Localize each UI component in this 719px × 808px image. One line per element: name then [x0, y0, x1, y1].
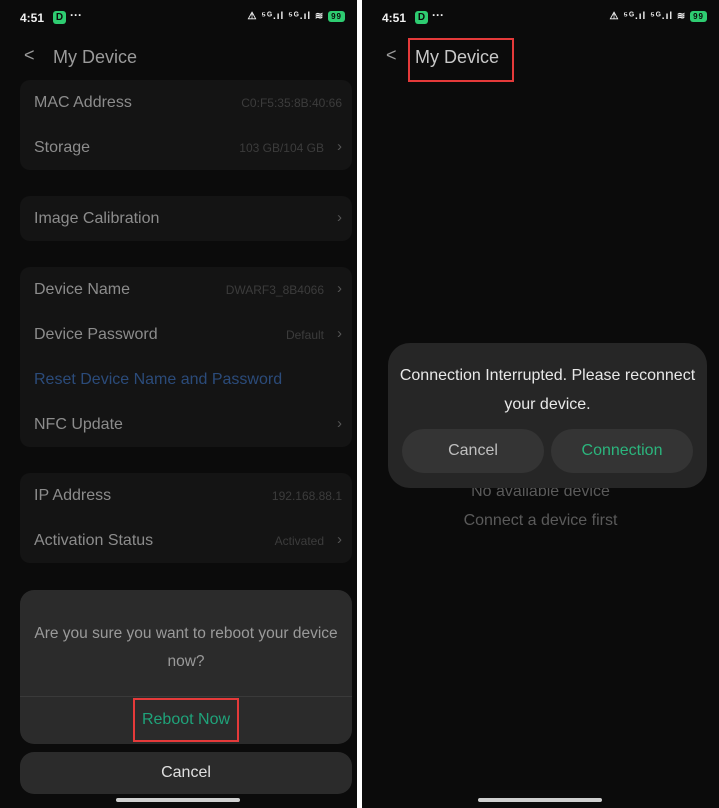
row-label: Device Name	[34, 281, 131, 298]
reboot-now-button[interactable]: Reboot Now	[133, 698, 239, 742]
row-value: 192.168.88.1	[271, 489, 342, 503]
mac-address-row: MAC Address C0:F5:35:8B:40:66	[20, 80, 352, 125]
chevron-right-icon: ›	[337, 209, 342, 226]
nfc-update-row[interactable]: NFC Update ›	[20, 402, 352, 447]
row-value: C0:F5:35:8B:40:66	[241, 96, 342, 110]
cancel-button[interactable]: Cancel	[20, 752, 352, 794]
status-bar: 4:51 D ··· ⚠ ⁵ᴳ.ıl ⁵ᴳ.ıl ≋ 99	[0, 8, 357, 28]
status-bar: 4:51 D ··· ⚠ ⁵ᴳ.ıl ⁵ᴳ.ıl ≋ 99	[362, 8, 719, 28]
app-badge-icon: D	[415, 11, 428, 24]
chevron-right-icon: ›	[337, 531, 342, 548]
network-group: IP Address 192.168.88.1 Activation Statu…	[20, 473, 352, 563]
device-settings-group: Device Name DWARF3_8B4066 › Device Passw…	[20, 267, 352, 447]
row-value: 103 GB/104 GB	[239, 141, 324, 155]
signal-wifi-icons: ⚠ ⁵ᴳ.ıl ⁵ᴳ.ıl ≋	[609, 11, 687, 22]
dialog-cancel-button[interactable]: Cancel	[402, 429, 544, 473]
storage-row[interactable]: Storage 103 GB/104 GB ›	[20, 125, 352, 170]
system-icons: ⚠ ⁵ᴳ.ıl ⁵ᴳ.ıl ≋ 99	[610, 11, 707, 22]
connection-dialog: Connection Interrupted. Please reconnect…	[388, 343, 707, 488]
reset-name-password-row[interactable]: Reset Device Name and Password	[20, 357, 352, 402]
row-value: DWARF3_8B4066	[225, 283, 324, 297]
more-notifications-icon: ···	[70, 8, 82, 22]
page-title: My Device	[53, 47, 138, 67]
row-label: IP Address	[34, 487, 112, 504]
reboot-confirm-sheet: Are you sure you want to reboot your dev…	[20, 590, 352, 744]
calibration-group: Image Calibration ›	[20, 196, 352, 241]
signal-wifi-icons: ⚠ ⁵ᴳ.ıl ⁵ᴳ.ıl ≋	[247, 11, 325, 22]
row-label: Device Password	[34, 326, 158, 343]
row-label: Storage	[34, 139, 91, 156]
ip-address-row: IP Address 192.168.88.1	[20, 473, 352, 518]
app-badge-icon: D	[53, 11, 66, 24]
battery-icon: 99	[690, 11, 707, 22]
chevron-right-icon: ›	[337, 280, 342, 297]
row-label: Activation Status	[34, 532, 154, 549]
divider	[20, 696, 352, 697]
back-icon[interactable]: <	[24, 45, 35, 66]
more-notifications-icon: ···	[432, 8, 444, 22]
reboot-message: Are you sure you want to reboot your dev…	[34, 625, 338, 670]
chevron-right-icon: ›	[337, 415, 342, 432]
activation-status-row[interactable]: Activation Status Activated ›	[20, 518, 352, 563]
battery-icon: 99	[328, 11, 345, 22]
home-indicator[interactable]	[478, 798, 602, 802]
empty-state-subtitle: Connect a device first	[463, 512, 618, 529]
chevron-right-icon: ›	[337, 325, 342, 342]
system-icons: ⚠ ⁵ᴳ.ıl ⁵ᴳ.ıl ≋ 99	[248, 11, 345, 22]
device-password-row[interactable]: Device Password Default ›	[20, 312, 352, 357]
row-value: Default	[285, 328, 324, 342]
image-calibration-row[interactable]: Image Calibration ›	[20, 196, 352, 241]
home-indicator[interactable]	[116, 798, 240, 802]
status-time: 4:51	[20, 11, 45, 25]
device-info-group: MAC Address C0:F5:35:8B:40:66 Storage 10…	[20, 80, 352, 170]
back-icon[interactable]: <	[386, 45, 397, 66]
row-value: Activated	[274, 534, 324, 548]
device-name-row[interactable]: Device Name DWARF3_8B4066 ›	[20, 267, 352, 312]
highlight-box	[408, 38, 514, 82]
right-screen: 4:51 D ··· ⚠ ⁵ᴳ.ıl ⁵ᴳ.ıl ≋ 99 < My Devic…	[362, 0, 719, 808]
status-time: 4:51	[382, 11, 407, 25]
chevron-right-icon: ›	[337, 138, 342, 155]
reset-link[interactable]: Reset Device Name and Password	[34, 371, 282, 389]
row-label: MAC Address	[34, 94, 132, 111]
header: < My Device	[0, 44, 357, 72]
dialog-message: Connection Interrupted. Please reconnect…	[399, 367, 696, 413]
row-label: Image Calibration	[34, 210, 160, 227]
row-label: NFC Update	[34, 416, 123, 433]
connection-button[interactable]: Connection	[551, 429, 693, 473]
left-screen: 4:51 D ··· ⚠ ⁵ᴳ.ıl ⁵ᴳ.ıl ≋ 99 < My Devic…	[0, 0, 357, 808]
